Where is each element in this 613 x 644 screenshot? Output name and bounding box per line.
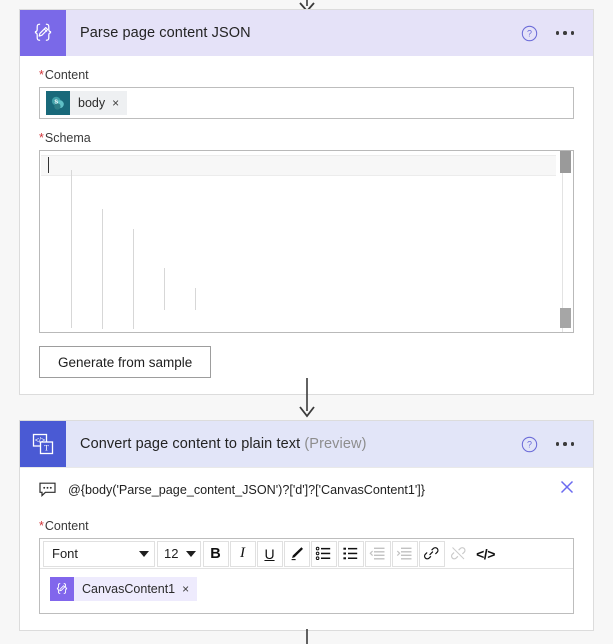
braces-pen-icon [20,10,66,56]
svg-text:?: ? [527,28,532,38]
help-icon[interactable]: ? [521,25,538,42]
schema-scrollbar[interactable] [557,151,573,332]
token-canvascontent1[interactable]: CanvasContent1 × [50,577,198,601]
decrease-indent-button[interactable] [364,540,391,567]
remove-link-button[interactable] [446,541,472,567]
svg-text:T: T [44,443,49,452]
content-field-label: *Content [39,68,574,82]
expression-text: @{body('Parse_page_content_JSON')?['d']?… [68,482,425,497]
indent-guide [195,288,196,310]
content-field-label: *Content [39,519,574,533]
token-remove-icon[interactable]: × [112,97,127,109]
text-caret [48,157,49,173]
card-header-parse-json[interactable]: Parse page content JSON ? [20,10,593,56]
connector-arrow-bottom [0,629,613,644]
underline-button[interactable]: U [256,540,283,567]
text-highlight-button[interactable] [283,540,310,567]
content-label-text: Content [44,519,89,533]
required-asterisk: * [39,131,44,145]
scrollbar-thumb-down[interactable] [560,308,571,328]
token-label: body [78,96,106,110]
font-size-value: 12 [164,546,179,561]
generate-from-sample-button[interactable]: Generate from sample [39,346,212,378]
card-title-text: Parse page content JSON [80,25,251,41]
expression-icon [39,482,57,497]
font-size-dropdown[interactable]: 12 [157,540,201,567]
rich-text-toolbar[interactable]: Font 12 B I U </> [40,539,573,569]
chevron-down-icon [139,550,149,557]
italic-button[interactable]: I [229,540,256,567]
schema-field-label: *Schema [39,131,574,145]
required-asterisk: * [39,519,44,533]
preview-badge: (Preview) [304,436,367,452]
indent-guide [102,209,103,329]
required-asterisk: * [39,68,44,82]
token-label: CanvasContent1 [82,582,176,596]
code-text-icon: </> T [20,421,66,467]
rich-text-content-area[interactable]: CanvasContent1 × [40,569,573,613]
token-remove-icon[interactable]: × [182,583,197,595]
card-title-convert-to-text: Convert page content to plain text (Prev… [66,436,521,452]
numbered-list-button[interactable] [310,540,337,567]
rich-text-editor[interactable]: Font 12 B I U </> CanvasContent1 × [39,538,574,614]
expression-row[interactable]: @{body('Parse_page_content_JSON')?['d']?… [20,467,593,511]
card-body-convert-to-text: *Content Font 12 B I U </> CanvasContent… [20,511,593,630]
more-options-icon[interactable] [554,25,577,41]
card-title-text: Convert page content to plain text [80,436,301,452]
bulleted-list-button[interactable] [337,540,364,567]
indent-guide [164,268,165,310]
scrollbar-track [562,151,563,332]
insert-link-button[interactable] [418,540,445,567]
bold-button[interactable]: B [202,540,229,567]
help-icon[interactable]: ? [521,436,538,453]
font-family-dropdown[interactable]: Font [43,540,155,567]
chevron-down-icon [186,550,196,557]
indent-guide [133,229,134,329]
content-input[interactable]: S body × [39,87,574,119]
action-card-parse-json[interactable]: Parse page content JSON ? *Content S bod… [19,9,594,395]
card-body-parse-json: *Content S body × *Schema Generate from … [20,56,593,394]
connector-arrow-middle [0,378,613,418]
increase-indent-button[interactable] [391,540,418,567]
schema-code-text[interactable]: { "type": "object", "properties": { "d":… [40,151,557,332]
svg-text:S: S [54,99,58,105]
schema-label-text: Schema [44,131,91,145]
flow-designer-canvas: Parse page content JSON ? *Content S bod… [0,0,613,644]
braces-pen-icon [50,577,74,601]
card-header-actions: ? [521,25,594,42]
token-body[interactable]: S body × [46,91,128,115]
more-options-icon[interactable] [554,436,577,452]
svg-text:?: ? [527,439,532,449]
font-family-value: Font [52,546,79,561]
indent-guide [71,170,72,328]
action-card-convert-to-text[interactable]: </> T Convert page content to plain text… [19,420,594,631]
card-header-actions: ? [521,436,594,453]
sharepoint-icon: S [46,91,70,115]
schema-code-editor[interactable]: { "type": "object", "properties": { "d":… [39,150,574,333]
clear-expression-icon[interactable] [558,478,576,501]
code-view-button[interactable]: </> [473,541,499,567]
scrollbar-thumb-up[interactable] [560,151,571,173]
card-title-parse-json: Parse page content JSON [66,25,521,41]
card-header-convert-to-text[interactable]: </> T Convert page content to plain text… [20,421,593,467]
content-label-text: Content [44,68,89,82]
